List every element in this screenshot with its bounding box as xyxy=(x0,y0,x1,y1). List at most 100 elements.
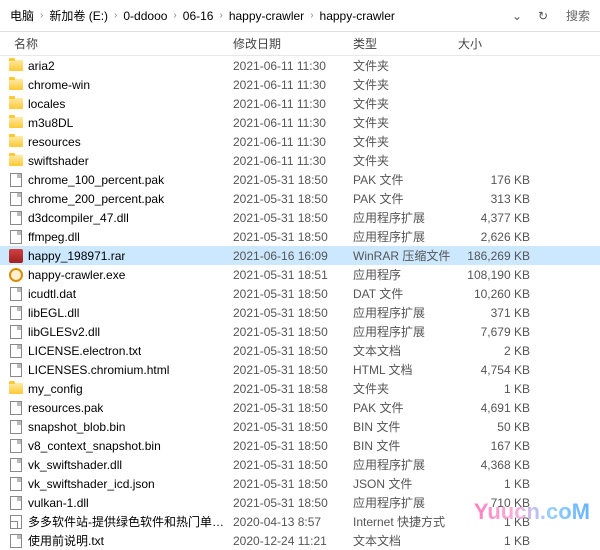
file-row[interactable]: 使用前说明.txt2020-12-24 11:21文本文档1 KB xyxy=(0,531,600,550)
address-toolbar: 电脑›新加卷 (E:)›0-ddooo›06-16›happy-crawler›… xyxy=(0,0,600,32)
breadcrumb-segment[interactable]: 电脑 xyxy=(6,5,38,26)
file-icon xyxy=(8,305,24,321)
file-row[interactable]: LICENSES.chromium.html2021-05-31 18:50HT… xyxy=(0,360,600,379)
file-row[interactable]: locales2021-06-11 11:30文件夹 xyxy=(0,94,600,113)
file-icon xyxy=(8,343,24,359)
file-size-cell: 7,679 KB xyxy=(458,325,540,339)
file-type-cell: 文件夹 xyxy=(353,133,458,150)
file-name-cell: my_config xyxy=(8,381,233,397)
file-row[interactable]: my_config2021-05-31 18:58文件夹1 KB xyxy=(0,379,600,398)
file-row[interactable]: d3dcompiler_47.dll2021-05-31 18:50应用程序扩展… xyxy=(0,208,600,227)
breadcrumb-segment[interactable]: 06-16 xyxy=(179,7,218,25)
folder-icon xyxy=(8,134,24,150)
chevron-right-icon: › xyxy=(219,10,222,21)
file-name-label: happy_198971.rar xyxy=(28,249,125,263)
file-date-cell: 2021-06-11 11:30 xyxy=(233,154,353,168)
file-type-cell: 文本文档 xyxy=(353,532,458,549)
refresh-button[interactable]: ↻ xyxy=(532,5,554,27)
file-row[interactable]: aria22021-06-11 11:30文件夹 xyxy=(0,56,600,75)
file-name-cell: chrome_100_percent.pak xyxy=(8,172,233,188)
file-name-cell: swiftshader xyxy=(8,153,233,169)
breadcrumb[interactable]: 电脑›新加卷 (E:)›0-ddooo›06-16›happy-crawler›… xyxy=(6,5,502,26)
file-type-cell: WinRAR 压缩文件 xyxy=(353,247,458,264)
file-name-label: snapshot_blob.bin xyxy=(28,420,125,434)
file-row[interactable]: icudtl.dat2021-05-31 18:50DAT 文件10,260 K… xyxy=(0,284,600,303)
file-row[interactable]: libGLESv2.dll2021-05-31 18:50应用程序扩展7,679… xyxy=(0,322,600,341)
file-row[interactable]: chrome_100_percent.pak2021-05-31 18:50PA… xyxy=(0,170,600,189)
file-name-label: resources xyxy=(28,135,81,149)
file-date-cell: 2021-05-31 18:50 xyxy=(233,230,353,244)
file-row[interactable]: LICENSE.electron.txt2021-05-31 18:50文本文档… xyxy=(0,341,600,360)
file-type-cell: 应用程序 xyxy=(353,266,458,283)
file-row[interactable]: vk_swiftshader_icd.json2021-05-31 18:50J… xyxy=(0,474,600,493)
breadcrumb-segment[interactable]: 0-ddooo xyxy=(119,7,171,25)
file-name-cell: resources.pak xyxy=(8,400,233,416)
file-date-cell: 2021-06-11 11:30 xyxy=(233,135,353,149)
file-type-cell: BIN 文件 xyxy=(353,437,458,454)
file-row[interactable]: ffmpeg.dll2021-05-31 18:50应用程序扩展2,626 KB xyxy=(0,227,600,246)
file-row[interactable]: vulkan-1.dll2021-05-31 18:50应用程序扩展710 KB xyxy=(0,493,600,512)
breadcrumb-segment[interactable]: happy-crawler xyxy=(225,7,308,25)
file-size-cell: 50 KB xyxy=(458,420,540,434)
file-name-cell: happy-crawler.exe xyxy=(8,267,233,283)
file-icon xyxy=(8,172,24,188)
file-row[interactable]: happy-crawler.exe2021-05-31 18:51应用程序108… xyxy=(0,265,600,284)
file-name-cell: vulkan-1.dll xyxy=(8,495,233,511)
file-row[interactable]: v8_context_snapshot.bin2021-05-31 18:50B… xyxy=(0,436,600,455)
breadcrumb-segment[interactable]: happy-crawler xyxy=(316,7,399,25)
file-name-label: LICENSES.chromium.html xyxy=(28,363,169,377)
file-row[interactable]: resources 2021-06-11 11:30文件夹 xyxy=(0,132,600,151)
file-row[interactable]: snapshot_blob.bin2021-05-31 18:50BIN 文件5… xyxy=(0,417,600,436)
folder-icon xyxy=(8,77,24,93)
file-type-cell: 应用程序扩展 xyxy=(353,323,458,340)
file-type-cell: Internet 快捷方式 xyxy=(353,513,458,530)
file-name-label: locales xyxy=(28,97,65,111)
file-row[interactable]: libEGL.dll2021-05-31 18:50应用程序扩展371 KB xyxy=(0,303,600,322)
file-name-cell: vk_swiftshader.dll xyxy=(8,457,233,473)
file-size-cell: 186,269 KB xyxy=(458,249,540,263)
column-type-header[interactable]: 类型 xyxy=(353,35,458,52)
file-name-label: libEGL.dll xyxy=(28,306,79,320)
file-name-label: d3dcompiler_47.dll xyxy=(28,211,129,225)
file-size-cell: 176 KB xyxy=(458,173,540,187)
shortcut-icon xyxy=(8,514,24,530)
file-name-cell: ffmpeg.dll xyxy=(8,229,233,245)
file-date-cell: 2021-05-31 18:50 xyxy=(233,325,353,339)
file-size-cell: 4,377 KB xyxy=(458,211,540,225)
folder-icon xyxy=(8,58,24,74)
folder-icon xyxy=(8,96,24,112)
file-date-cell: 2021-05-31 18:50 xyxy=(233,287,353,301)
file-size-cell: 710 KB xyxy=(458,496,540,510)
file-size-cell: 2 KB xyxy=(458,344,540,358)
file-name-cell: chrome-win xyxy=(8,77,233,93)
breadcrumb-segment[interactable]: 新加卷 (E:) xyxy=(45,5,112,26)
file-type-cell: 应用程序扩展 xyxy=(353,209,458,226)
file-icon xyxy=(8,533,24,549)
file-row[interactable]: happy_198971.rar2021-06-16 16:09WinRAR 压… xyxy=(0,246,600,265)
chevron-right-icon: › xyxy=(114,10,117,21)
file-row[interactable]: resources.pak2021-05-31 18:50PAK 文件4,691… xyxy=(0,398,600,417)
file-size-cell: 1 KB xyxy=(458,382,540,396)
file-row[interactable]: vk_swiftshader.dll2021-05-31 18:50应用程序扩展… xyxy=(0,455,600,474)
column-date-header[interactable]: 修改日期 xyxy=(233,35,353,52)
file-size-cell: 1 KB xyxy=(458,515,540,529)
file-name-cell: happy_198971.rar xyxy=(8,248,233,264)
file-date-cell: 2021-05-31 18:50 xyxy=(233,344,353,358)
file-row[interactable]: chrome-win2021-06-11 11:30文件夹 xyxy=(0,75,600,94)
column-size-header[interactable]: 大小 xyxy=(458,35,540,52)
search-field[interactable]: 搜索 xyxy=(562,5,594,26)
file-size-cell: 108,190 KB xyxy=(458,268,540,282)
column-name-header[interactable]: 名称 xyxy=(8,35,233,52)
file-name-label: v8_context_snapshot.bin xyxy=(28,439,161,453)
file-row[interactable]: swiftshader2021-06-11 11:30文件夹 xyxy=(0,151,600,170)
file-date-cell: 2021-06-11 11:30 xyxy=(233,116,353,130)
file-date-cell: 2021-05-31 18:50 xyxy=(233,173,353,187)
file-row[interactable]: m3u8DL2021-06-11 11:30文件夹 xyxy=(0,113,600,132)
file-name-label: m3u8DL xyxy=(28,116,73,130)
file-row[interactable]: 多多软件站-提供绿色软件和热门单机游...2020-04-13 8:57Inte… xyxy=(0,512,600,531)
file-icon xyxy=(8,362,24,378)
file-type-cell: 应用程序扩展 xyxy=(353,304,458,321)
file-icon xyxy=(8,438,24,454)
file-row[interactable]: chrome_200_percent.pak2021-05-31 18:50PA… xyxy=(0,189,600,208)
dropdown-history-button[interactable]: ⌄ xyxy=(506,5,528,27)
